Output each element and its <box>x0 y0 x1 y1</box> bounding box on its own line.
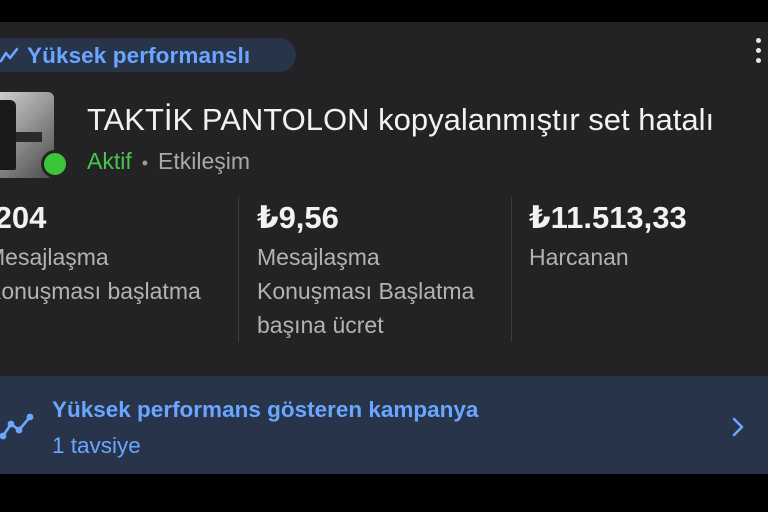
recommendation-banner[interactable]: Yüksek performans gösteren kampanya 1 ta… <box>0 376 768 474</box>
performance-badge: Yüksek performanslı <box>0 38 296 72</box>
campaign-card[interactable]: Yüksek performanslı TAKTİK PANTOLON kopy… <box>0 22 768 474</box>
recommendation-count: 1 tavsiye <box>52 433 141 458</box>
metric-value: ₺9,56 <box>257 200 339 235</box>
trend-chart-icon <box>0 413 34 440</box>
status-label: Aktif <box>87 148 132 174</box>
metric-label: Mesajlaşma Konuşması başlatma <box>0 244 201 304</box>
active-status-dot <box>41 150 69 178</box>
metric-value: ₺11.513,33 <box>529 200 687 235</box>
metric-label: Harcanan <box>529 244 629 270</box>
metric-amount-spent: ₺11.513,33 Harcanan <box>529 200 768 274</box>
campaign-objective: Etkileşim <box>158 148 251 174</box>
recommendation-title: Yüksek performans gösteren kampanya <box>52 397 479 422</box>
more-options-icon[interactable] <box>756 38 764 72</box>
metric-conversations-started: .204 Mesajlaşma Konuşması başlatma <box>0 200 226 308</box>
badge-label: Yüksek performanslı <box>27 43 251 68</box>
campaign-title[interactable]: TAKTİK PANTOLON kopyalanmıştır set hatal… <box>87 102 714 138</box>
campaign-status-row: Aktif • Etkileşim <box>87 148 250 175</box>
chevron-right-icon[interactable] <box>730 416 746 438</box>
metric-cost-per-conversation: ₺9,56 Mesajlaşma Konuşması Başlatma başı… <box>257 200 517 342</box>
metric-value: .204 <box>0 200 47 235</box>
metric-divider <box>238 197 239 342</box>
trending-up-icon <box>0 47 18 63</box>
metric-label: Mesajlaşma Konuşması Başlatma başına ücr… <box>257 244 475 338</box>
status-separator: • <box>141 153 149 173</box>
metric-divider <box>511 197 512 342</box>
